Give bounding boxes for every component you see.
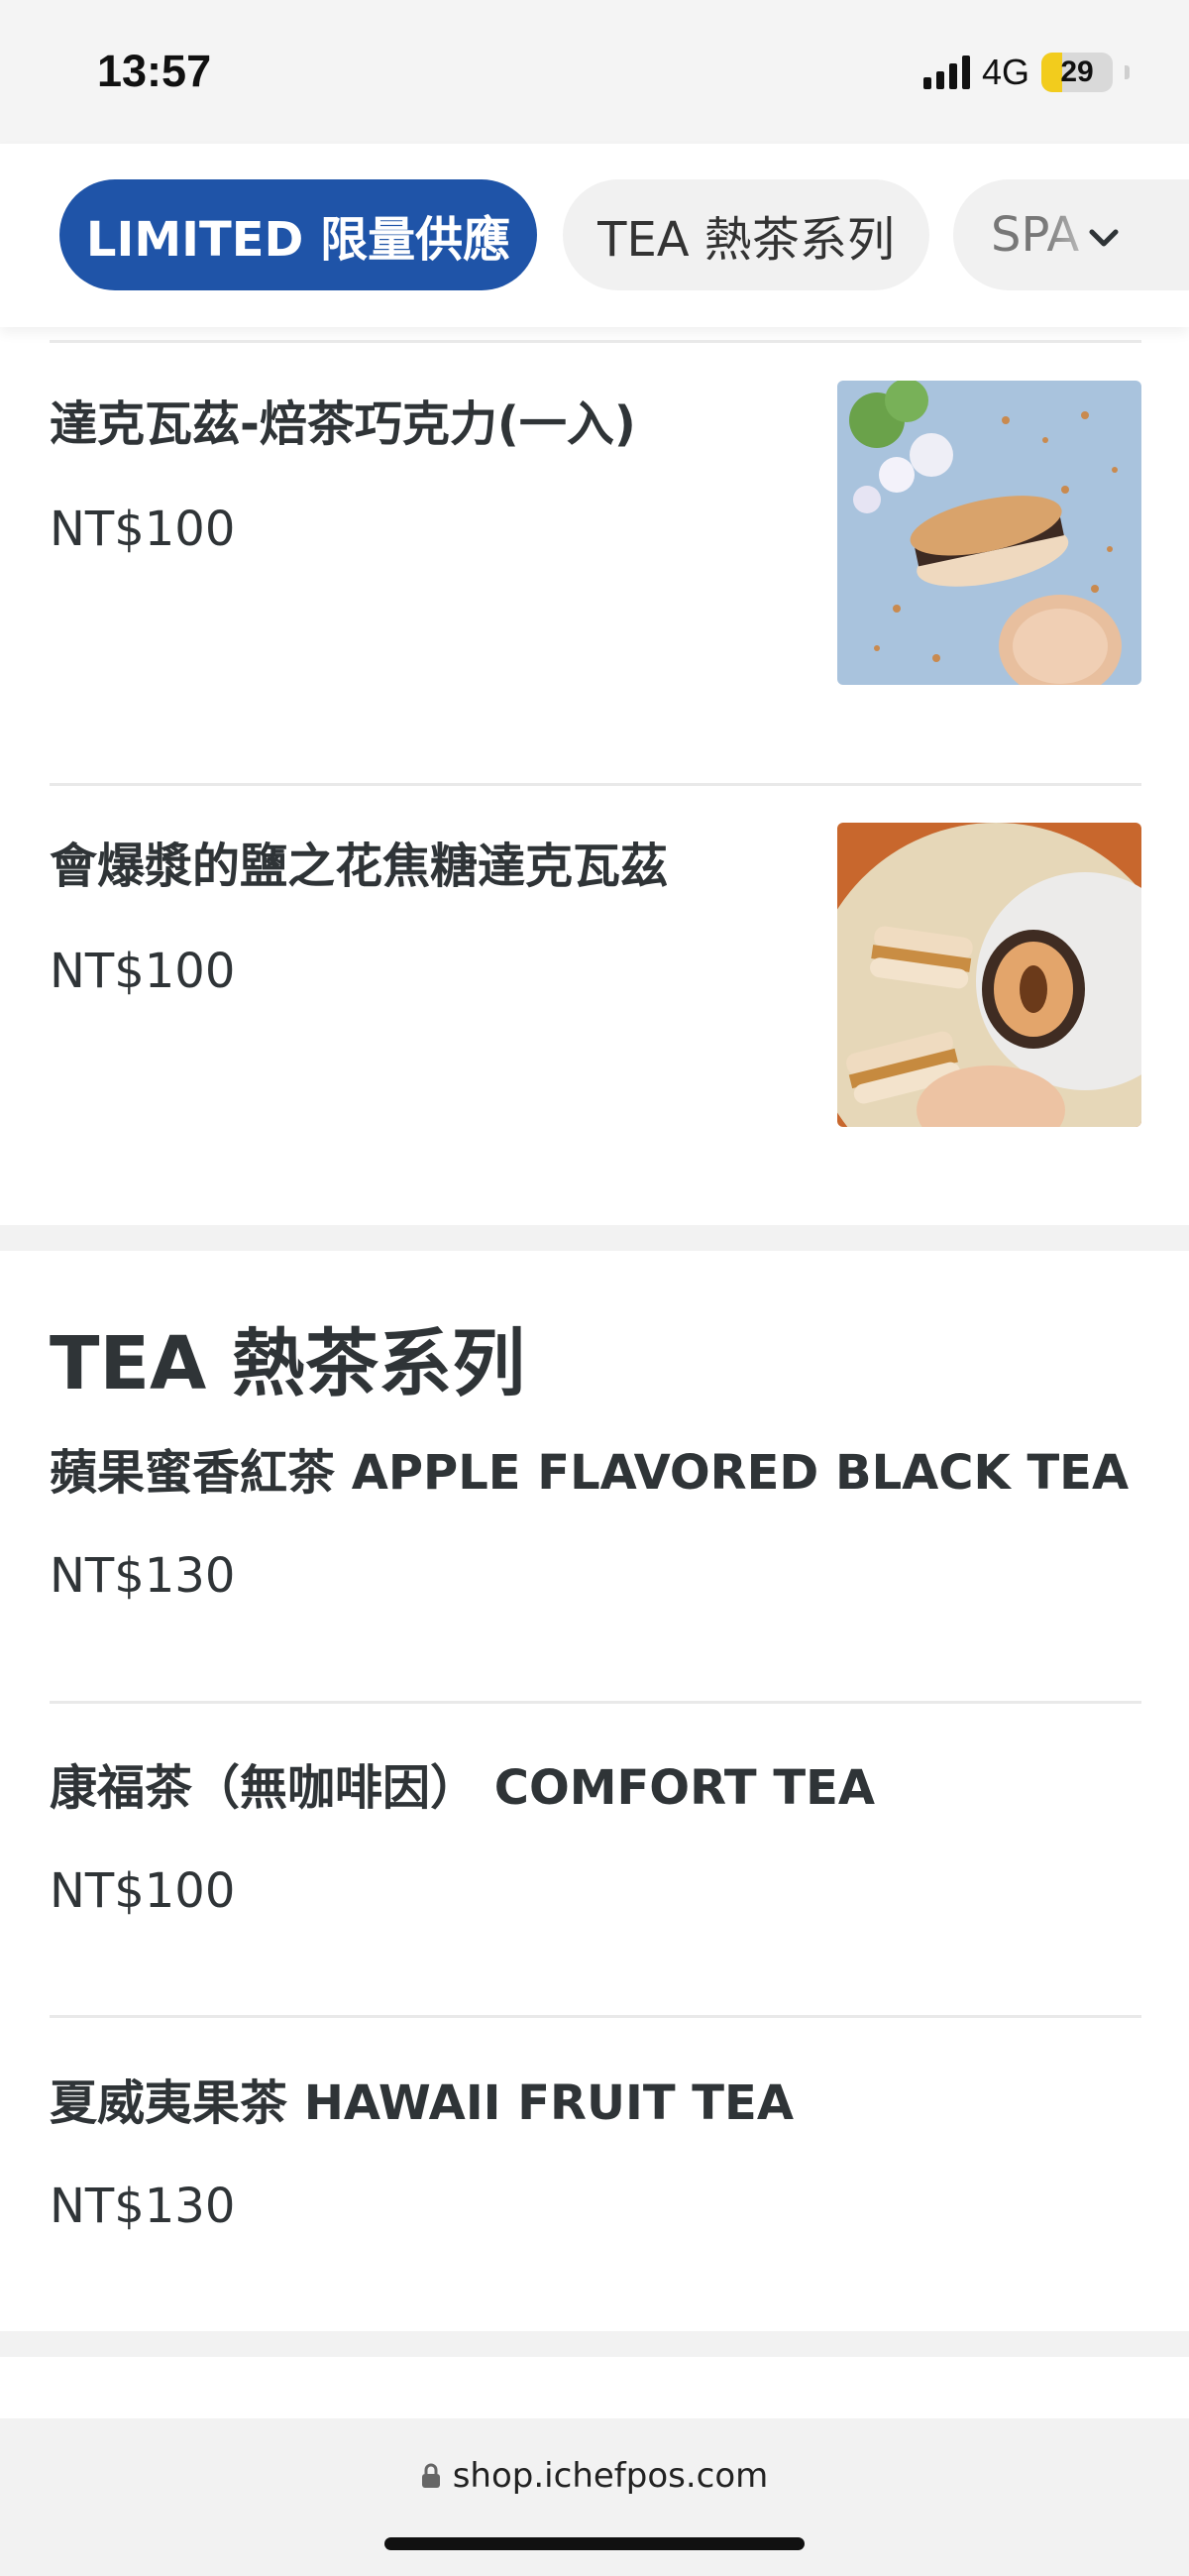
category-nav: LIMITED 限量供應 TEA 熱茶系列 SPA (0, 144, 1189, 327)
divider (50, 340, 1141, 343)
item-price: NT$100 (50, 502, 236, 557)
lock-icon (421, 2463, 440, 2488)
section-separator (0, 1225, 1189, 1251)
item-price: NT$100 (50, 1863, 236, 1919)
status-bar: 13:57 4G 29 (0, 0, 1189, 144)
network-label: 4G (981, 52, 1029, 92)
item-name: 康福茶（無咖啡因） COMFORT TEA (50, 1760, 876, 1816)
item-price: NT$130 (50, 1548, 236, 1604)
item-name: 蘋果蜜香紅茶 APPLE FLAVORED BLACK TEA (50, 1445, 1130, 1501)
tab-tea[interactable]: TEA 熱茶系列 (563, 179, 929, 290)
divider (50, 2015, 1141, 2018)
battery-level: 29 (1060, 56, 1094, 88)
item-photo[interactable] (837, 381, 1141, 685)
item-price: NT$100 (50, 944, 236, 999)
home-indicator (384, 2537, 805, 2550)
divider (50, 1701, 1141, 1704)
signal-icon (922, 56, 970, 89)
tab-limited[interactable]: LIMITED 限量供應 (59, 179, 537, 290)
address-bar[interactable]: shop.ichefpos.com (0, 2456, 1189, 2496)
browser-bar: shop.ichefpos.com (0, 2418, 1189, 2576)
section-separator (0, 2331, 1189, 2357)
item-price: NT$130 (50, 2179, 236, 2234)
battery-tip (1125, 65, 1130, 79)
chevron-down-icon[interactable] (1086, 220, 1122, 256)
status-indicators: 4G 29 (922, 52, 1130, 93)
battery-icon: 29 (1041, 53, 1113, 92)
section-title: TEA 熱茶系列 (50, 1321, 526, 1406)
divider (50, 783, 1141, 786)
item-name: 達克瓦茲-焙茶巧克力(一入) (50, 396, 636, 452)
item-name: 夏威夷果茶 HAWAII FRUIT TEA (50, 2075, 794, 2131)
item-photo[interactable] (837, 823, 1141, 1127)
tab-spa[interactable]: SPA (953, 179, 1189, 290)
status-time: 13:57 (97, 46, 212, 96)
url-text: shop.ichefpos.com (452, 2456, 769, 2496)
item-name: 會爆漿的鹽之花焦糖達克瓦茲 (50, 839, 669, 894)
